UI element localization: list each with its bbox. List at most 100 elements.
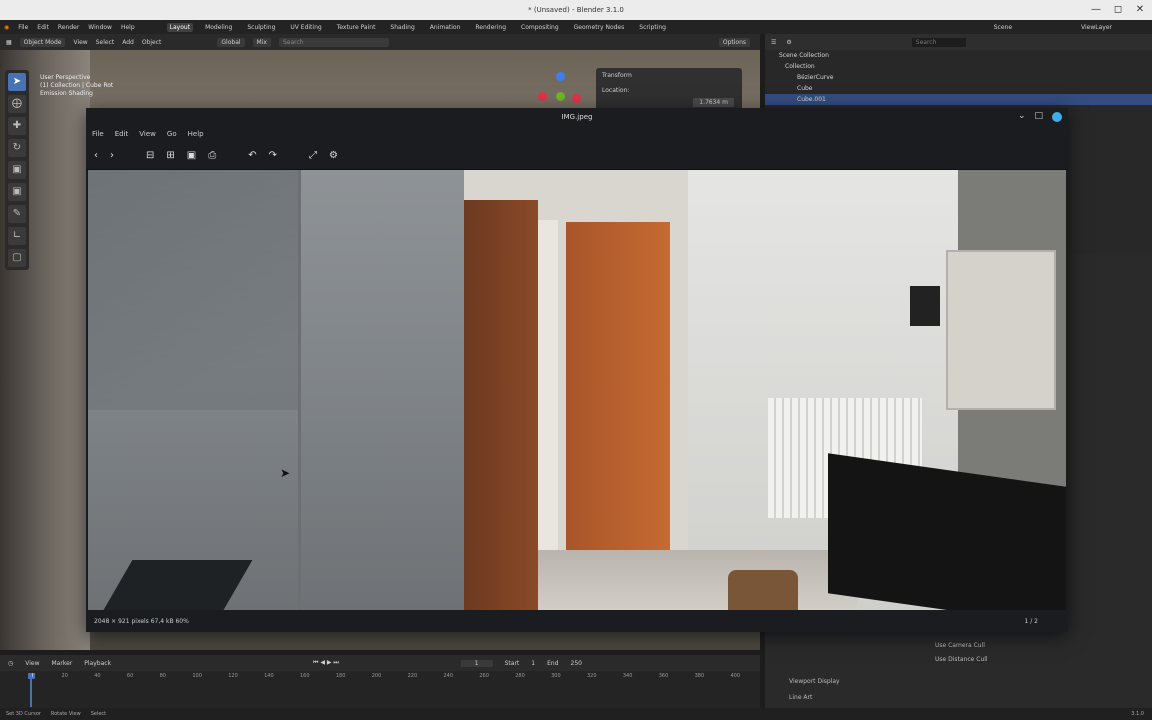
viewport-display-panel[interactable]: Viewport Display: [789, 678, 840, 685]
viewer-menu-edit[interactable]: Edit: [115, 130, 129, 138]
menu-render[interactable]: Render: [58, 24, 79, 31]
zoom-fit-icon[interactable]: ▣: [187, 150, 196, 161]
location-x-field[interactable]: 1.7634 m: [693, 98, 734, 107]
settings-icon[interactable]: ⚙: [329, 150, 338, 161]
viewer-maximize-icon[interactable]: □: [1034, 111, 1043, 122]
zoom-in-icon[interactable]: ⊞: [166, 150, 174, 161]
snap-selector[interactable]: Mix: [252, 37, 271, 47]
gizmo-neg-x-icon[interactable]: [572, 94, 581, 103]
line-art-panel[interactable]: Line Art: [789, 694, 812, 701]
viewer-menu-view[interactable]: View: [139, 130, 156, 138]
transform-tool-icon[interactable]: ▣: [8, 183, 26, 201]
rotate-left-icon[interactable]: ↶: [248, 150, 256, 161]
menu-window[interactable]: Window: [88, 24, 112, 31]
use-distance-cull-checkbox[interactable]: Use Distance Cull: [935, 656, 988, 663]
measure-tool-icon[interactable]: ∟: [8, 227, 26, 245]
blender-logo-icon[interactable]: ◉: [4, 24, 9, 31]
outliner-search-input[interactable]: Search: [911, 37, 967, 47]
rotate-right-icon[interactable]: ↷: [269, 150, 277, 161]
viewport-menu-add[interactable]: Add: [122, 39, 134, 46]
workspace-tab-sculpting[interactable]: Sculpting: [244, 23, 278, 32]
gizmo-z-icon[interactable]: [556, 72, 565, 81]
transform-orientation-selector[interactable]: Global: [217, 37, 245, 47]
transform-panel-title[interactable]: Transform: [602, 72, 736, 79]
play-controls[interactable]: ⏮ ◀ ▶ ⏭: [313, 659, 339, 667]
status-hint-cursor: Set 3D Cursor: [6, 711, 41, 717]
tick-label: 320: [586, 673, 597, 679]
gizmo-y-icon[interactable]: [556, 92, 565, 101]
cursor-tool-icon[interactable]: ⨁: [8, 95, 26, 113]
scene-selector[interactable]: Scene: [994, 24, 1012, 31]
outliner-item-beziercurve[interactable]: BézierCurve: [765, 72, 1152, 83]
add-cube-tool-icon[interactable]: ▢: [8, 249, 26, 267]
maximize-icon[interactable]: ◻: [1112, 4, 1124, 16]
viewer-menu-bar: File Edit View Go Help: [86, 126, 1068, 142]
options-button[interactable]: Options: [718, 37, 750, 47]
start-frame-field[interactable]: 1: [531, 660, 535, 667]
use-camera-cull-checkbox[interactable]: Use Camera Cull: [935, 642, 985, 649]
fullscreen-icon[interactable]: ⤢: [309, 150, 317, 161]
current-frame-field[interactable]: 1: [460, 659, 493, 667]
workspace-tab-animation[interactable]: Animation: [427, 23, 464, 32]
previous-image-icon[interactable]: ‹: [94, 150, 98, 161]
workspace-tab-uv-editing[interactable]: UV Editing: [287, 23, 324, 32]
select-tool-icon[interactable]: ➤: [8, 73, 26, 91]
timeline-menu-marker[interactable]: Marker: [52, 660, 73, 667]
workspace-tab-scripting[interactable]: Scripting: [636, 23, 669, 32]
view-layer-selector[interactable]: ViewLayer: [1081, 24, 1112, 31]
tool-shelf: ➤ ⨁ ✚ ↻ ▣ ▣ ✎ ∟ ▢: [5, 70, 29, 270]
annotate-tool-icon[interactable]: ✎: [8, 205, 26, 223]
workspace-tab-compositing[interactable]: Compositing: [518, 23, 562, 32]
viewer-title-bar[interactable]: IMG.jpeg ⌄ □: [86, 108, 1068, 126]
menu-file[interactable]: File: [18, 24, 28, 31]
photo-chair: [728, 570, 798, 610]
menu-help[interactable]: Help: [121, 24, 135, 31]
timeline-menu-view[interactable]: View: [25, 660, 39, 667]
navigation-gizmo[interactable]: [534, 72, 584, 108]
outliner-item-collection[interactable]: Collection: [765, 61, 1152, 72]
viewer-close-icon[interactable]: [1052, 112, 1062, 122]
outliner-item-label: Cube: [797, 85, 813, 92]
timeline-ruler[interactable]: 0 20 40 60 80 100 120 140 160 180 200 22…: [0, 671, 760, 679]
workspace-tab-geometry-nodes[interactable]: Geometry Nodes: [571, 23, 628, 32]
move-tool-icon[interactable]: ✚: [8, 117, 26, 135]
end-frame-field[interactable]: 250: [571, 660, 582, 667]
workspace-tab-rendering[interactable]: Rendering: [472, 23, 509, 32]
viewer-minimize-icon[interactable]: ⌄: [1018, 111, 1026, 122]
viewer-menu-file[interactable]: File: [92, 130, 104, 138]
outliner-scene-collection[interactable]: Scene Collection: [765, 50, 1152, 61]
minimize-icon[interactable]: —: [1090, 4, 1102, 16]
menu-edit[interactable]: Edit: [37, 24, 49, 31]
image-canvas[interactable]: ➤: [88, 170, 1066, 610]
workspace-tab-modeling[interactable]: Modeling: [202, 23, 235, 32]
gizmo-x-icon[interactable]: [538, 92, 547, 101]
viewport-menu-select[interactable]: Select: [96, 39, 115, 46]
outliner-editor-icon[interactable]: ☰: [771, 39, 776, 46]
viewport-menu-view[interactable]: View: [73, 39, 87, 46]
scale-tool-icon[interactable]: ▣: [8, 161, 26, 179]
viewport-menu-object[interactable]: Object: [142, 39, 162, 46]
next-image-icon[interactable]: ›: [110, 150, 114, 161]
tick-label: 280: [515, 673, 525, 679]
workspace-tab-layout[interactable]: Layout: [166, 22, 194, 32]
timeline-editor-icon[interactable]: ◷: [8, 660, 13, 667]
viewport-search-input[interactable]: Search: [278, 37, 389, 47]
viewer-menu-help[interactable]: Help: [188, 130, 204, 138]
viewport-header: ▦ Object Mode View Select Add Object Glo…: [0, 34, 760, 50]
outliner-filter-icon[interactable]: ⚙: [786, 39, 791, 46]
outliner-item-cube[interactable]: Cube: [765, 83, 1152, 94]
editor-type-icon[interactable]: ▦: [6, 39, 12, 46]
timeline: ◷ View Marker Playback ⏮ ◀ ▶ ⏭ 1 Start 1…: [0, 655, 760, 708]
rotate-tool-icon[interactable]: ↻: [8, 139, 26, 157]
timeline-menu-playback[interactable]: Playback: [84, 660, 111, 667]
workspace-tab-texture-paint[interactable]: Texture Paint: [334, 23, 379, 32]
print-icon[interactable]: ⎙: [208, 150, 216, 161]
outliner-item-cube-001[interactable]: Cube.001: [765, 94, 1152, 105]
mode-selector[interactable]: Object Mode: [19, 37, 66, 47]
zoom-out-icon[interactable]: ⊟: [146, 150, 154, 161]
workspace-tab-shading[interactable]: Shading: [387, 23, 417, 32]
viewer-menu-go[interactable]: Go: [167, 130, 177, 138]
scene-collection-label: Scene Collection: [779, 52, 829, 59]
close-icon[interactable]: ✕: [1134, 4, 1146, 16]
playhead[interactable]: [30, 673, 32, 707]
